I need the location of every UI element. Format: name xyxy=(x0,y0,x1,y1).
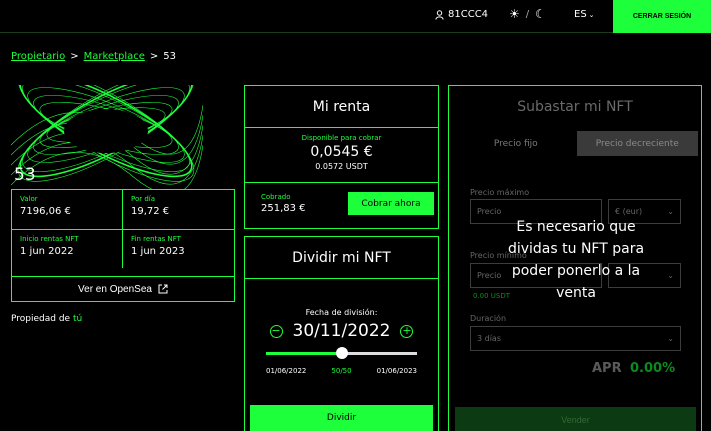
collected-section: Cobrado 251,83 € Cobrar ahora xyxy=(245,183,438,228)
language-label: ES xyxy=(574,9,587,20)
plus-icon[interactable]: + xyxy=(400,324,414,338)
available-eur: 0,0545 € xyxy=(310,144,373,160)
user-account[interactable]: 81CCC4 xyxy=(435,9,488,20)
moon-icon[interactable]: ☾ xyxy=(535,7,546,21)
user-icon xyxy=(435,9,444,20)
breadcrumb-marketplace[interactable]: Marketplace xyxy=(84,51,145,62)
available-usdt: 0.0572 USDT xyxy=(315,162,368,171)
external-link-icon xyxy=(158,284,168,294)
stat-fin-rentas: Fin rentas NFT 1 jun 2023 xyxy=(131,235,185,257)
nft-art-svg xyxy=(11,85,203,189)
slider-thumb[interactable] xyxy=(335,347,348,359)
owner-name: tú xyxy=(72,314,83,324)
available-section: Disponible para cobrar 0,0545 € 0.0572 U… xyxy=(245,128,438,183)
max-price-label: Precio máximo xyxy=(470,188,530,197)
opensea-button[interactable]: Ver en OpenSea xyxy=(11,276,235,302)
sun-icon[interactable]: ☀ xyxy=(509,7,520,21)
minus-icon[interactable]: − xyxy=(269,324,283,338)
subastar-panel: Subastar mi NFT Precio fijo Precio decre… xyxy=(448,85,702,431)
owner-line: Propiedad de tú xyxy=(11,314,83,324)
breadcrumb-current: 53 xyxy=(163,51,176,62)
slider-fill xyxy=(266,352,342,355)
division-slider[interactable] xyxy=(266,347,417,359)
apr-value: 0.00% xyxy=(630,361,676,376)
split-required-message: Es necesario que dividas tu NFT para pod… xyxy=(507,219,645,301)
duration-select[interactable]: 3 días ⌄ xyxy=(470,326,681,351)
nft-artwork xyxy=(11,85,203,189)
dividir-button[interactable]: Dividir xyxy=(250,405,433,431)
language-select[interactable]: ES ⌄ xyxy=(574,9,595,20)
chevron-down-icon: ⌄ xyxy=(667,207,674,216)
collected-value: 251,83 € xyxy=(261,203,306,214)
dividir-title: Dividir mi NFT xyxy=(245,237,438,279)
nft-stats: Valor 7196,06 € Por día 19,72 € Inicio r… xyxy=(11,189,235,277)
cobrar-ahora-button[interactable]: Cobrar ahora xyxy=(348,192,434,215)
user-id: 81CCC4 xyxy=(448,9,489,20)
chevron-down-icon: ⌄ xyxy=(588,10,595,19)
dividir-panel: Dividir mi NFT Fecha de división: − 30/1… xyxy=(244,236,439,431)
slider-min-label: 01/06/2022 xyxy=(266,367,307,375)
division-date: 30/11/2022 xyxy=(292,321,391,341)
breadcrumb: Propietario > Marketplace > 53 xyxy=(11,51,176,62)
stat-por-dia: Por día 19,72 € xyxy=(123,190,234,230)
top-header: 81CCC4 ☀ / ☾ ES ⌄ CERRAR SESIÓN xyxy=(0,0,711,33)
tab-precio-decreciente[interactable]: Precio decreciente xyxy=(576,131,698,156)
price-tabs: Precio fijo Precio decreciente xyxy=(455,131,698,156)
slider-mid-label: 50/50 xyxy=(331,367,352,375)
stat-inicio-rentas: Inicio rentas NFT 1 jun 2022 xyxy=(12,230,123,268)
duration-label: Duración xyxy=(470,314,507,323)
breadcrumb-propietario[interactable]: Propietario xyxy=(11,51,65,62)
mi-renta-panel: Mi renta Disponible para cobrar 0,0545 €… xyxy=(244,85,439,229)
tab-precio-fijo[interactable]: Precio fijo xyxy=(455,131,577,156)
vender-button[interactable]: Vender xyxy=(455,407,696,431)
chevron-down-icon: ⌄ xyxy=(667,334,674,343)
slider-max-label: 01/06/2023 xyxy=(376,367,417,375)
mi-renta-title: Mi renta xyxy=(245,86,438,128)
nft-number: 53 xyxy=(14,165,36,185)
theme-toggle[interactable]: ☀ / ☾ xyxy=(509,7,546,21)
logout-button[interactable]: CERRAR SESIÓN xyxy=(613,0,711,33)
fecha-label: Fecha de división: xyxy=(305,308,378,317)
stat-valor: Valor 7196,06 € xyxy=(12,190,123,230)
subastar-title: Subastar mi NFT xyxy=(517,99,633,115)
apr-label: APR xyxy=(592,361,622,376)
